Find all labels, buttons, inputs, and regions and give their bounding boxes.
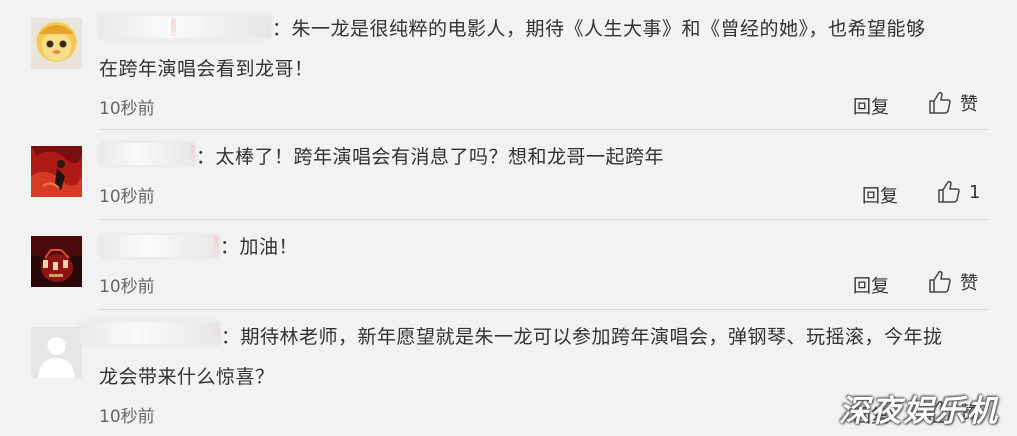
avatar[interactable] — [31, 236, 82, 287]
like-button[interactable]: 赞 — [928, 269, 978, 295]
reply-button[interactable]: 回复 — [862, 182, 898, 208]
like-button[interactable]: 赞 — [928, 90, 978, 116]
comment-text: ：加油！ — [220, 236, 299, 258]
like-label: 赞 — [960, 94, 978, 115]
username-redacted[interactable] — [80, 322, 220, 344]
watermark: 深夜娱乐机 — [839, 394, 999, 429]
username-redacted[interactable] — [99, 235, 219, 257]
comment-time: 10秒前 — [99, 277, 155, 297]
avatar[interactable] — [31, 18, 82, 69]
comment-text: ：期待林老师，新年愿望就是朱一龙可以参加跨年演唱会，弹钢琴、玩摇滚，今年拢 — [221, 326, 943, 348]
comment-text-continued: 龙会带来什么惊喜？ — [99, 366, 275, 388]
thumbs-up-icon — [928, 270, 952, 294]
divider — [98, 129, 989, 130]
username-redacted[interactable] — [99, 16, 271, 38]
thumbs-up-icon — [928, 91, 952, 115]
comment-time: 10秒前 — [99, 187, 155, 207]
like-button[interactable]: 1 — [937, 179, 980, 205]
avatar[interactable] — [31, 327, 82, 378]
comment-text-continued: 在跨年演唱会看到龙哥！ — [99, 58, 314, 80]
avatar[interactable] — [31, 146, 82, 197]
comment-time: 10秒前 — [99, 407, 155, 427]
username-redacted[interactable] — [99, 143, 195, 165]
comment-time: 10秒前 — [99, 99, 155, 119]
comment-text: ：太棒了！跨年演唱会有消息了吗？想和龙哥一起跨年 — [196, 146, 665, 168]
like-label: 赞 — [960, 273, 978, 294]
divider — [98, 219, 989, 220]
reply-button[interactable]: 回复 — [853, 93, 889, 119]
thumbs-up-icon — [937, 180, 961, 204]
divider — [98, 309, 989, 310]
comment-text: ：朱一龙是很纯粹的电影人，期待《人生大事》和《曾经的她》，也希望能够 — [272, 18, 926, 40]
reply-button[interactable]: 回复 — [853, 272, 889, 298]
like-count: 1 — [969, 181, 981, 203]
